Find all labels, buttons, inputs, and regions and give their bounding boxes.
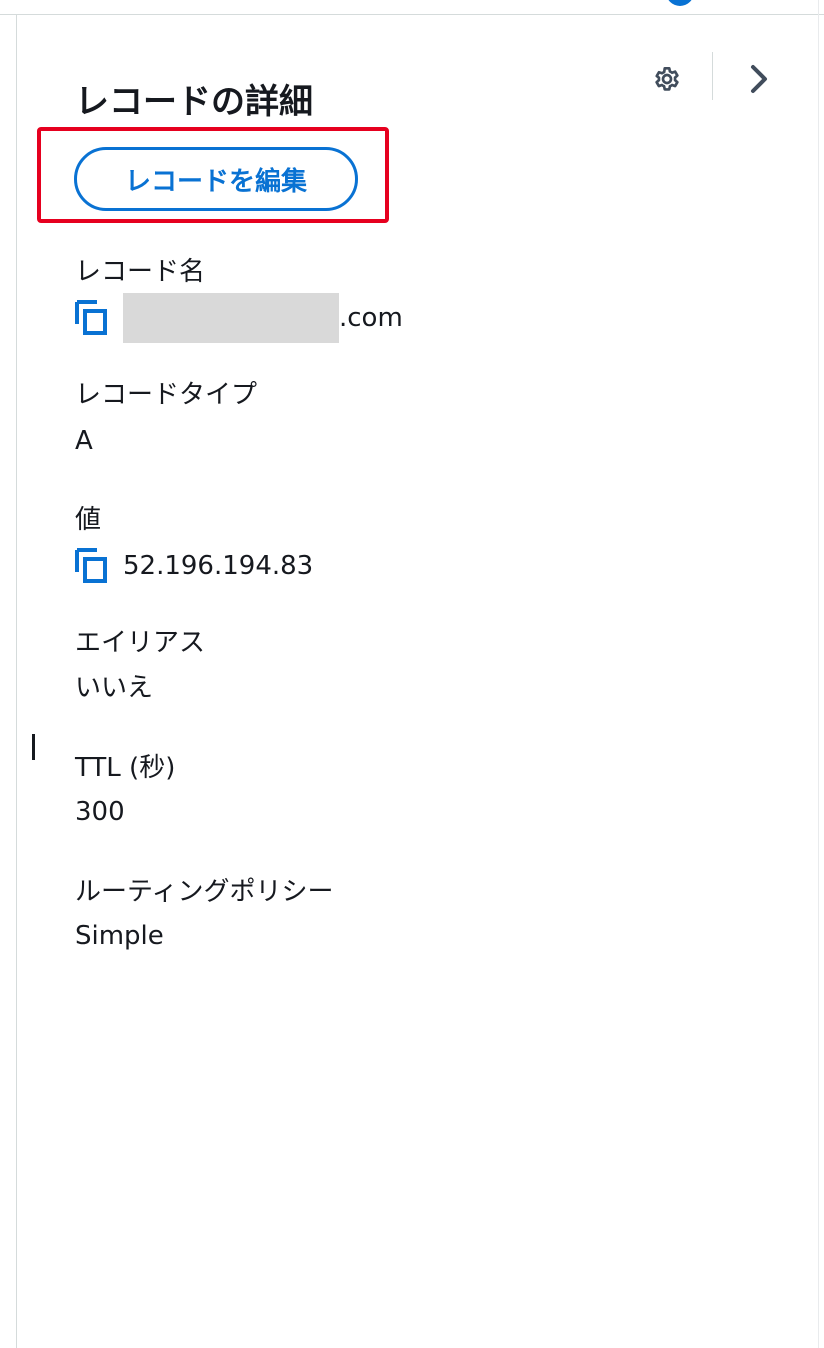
value-row: 52.196.194.83 — [75, 544, 313, 588]
record-name-value-row: .com — [75, 293, 403, 343]
record-details-panel: レコードの詳細 レコードを編集 レコード名 .com レコードタイプ A 値 5… — [17, 15, 818, 1348]
chevron-right-icon — [751, 65, 767, 93]
scrollbar-track[interactable] — [818, 0, 819, 1348]
copy-record-name-button[interactable] — [75, 298, 115, 338]
close-panel-button[interactable] — [739, 59, 779, 99]
value-text: 52.196.194.83 — [123, 551, 314, 581]
record-type-value: A — [75, 426, 93, 456]
record-type-label: レコードタイプ — [75, 380, 258, 410]
ttl-label: TTL (秒) — [75, 753, 176, 783]
record-details-screen: レコードの詳細 レコードを編集 レコード名 .com レコードタイプ A 値 5… — [0, 0, 824, 1348]
header-divider — [712, 52, 713, 100]
copy-value-button[interactable] — [75, 546, 115, 586]
copy-icon — [75, 548, 107, 583]
alias-value: いいえ — [75, 673, 154, 703]
settings-button[interactable] — [647, 59, 687, 99]
panel-title: レコードの詳細 — [75, 82, 313, 122]
alias-label: エイリアス — [75, 628, 206, 658]
gear-icon — [655, 67, 679, 91]
ttl-value: 300 — [75, 797, 125, 827]
routing-policy-value: Simple — [75, 921, 164, 951]
value-label: 値 — [75, 505, 102, 535]
record-name-suffix: .com — [339, 303, 403, 333]
record-name-label: レコード名 — [75, 257, 206, 287]
redacted-domain — [123, 293, 339, 343]
copy-icon — [75, 300, 107, 335]
routing-policy-label: ルーティングポリシー — [75, 877, 334, 907]
notification-indicator[interactable] — [666, 0, 694, 6]
edit-record-button[interactable]: レコードを編集 — [74, 147, 358, 211]
